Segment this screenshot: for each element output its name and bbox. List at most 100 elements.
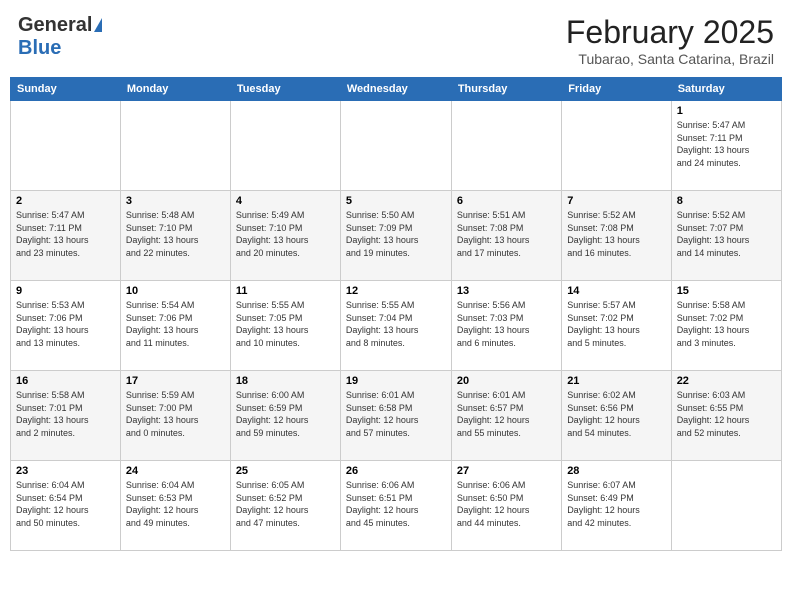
calendar-cell [120, 101, 230, 191]
day-detail: Sunrise: 6:01 AM Sunset: 6:57 PM Dayligh… [457, 389, 556, 439]
day-number: 20 [457, 375, 556, 387]
calendar-cell: 9 Sunrise: 5:53 AM Sunset: 7:06 PM Daylig… [11, 281, 121, 371]
day-number: 23 [16, 465, 115, 477]
day-number: 24 [126, 465, 225, 477]
calendar-cell: 27 Sunrise: 6:06 AM Sunset: 6:50 PM Dayli… [451, 461, 561, 551]
calendar-cell: 6 Sunrise: 5:51 AM Sunset: 7:08 PM Daylig… [451, 191, 561, 281]
logo-blue-text: Blue [18, 37, 61, 60]
calendar-cell: 26 Sunrise: 6:06 AM Sunset: 6:51 PM Dayli… [340, 461, 451, 551]
day-number: 7 [567, 195, 666, 207]
day-detail: Sunrise: 6:00 AM Sunset: 6:59 PM Dayligh… [236, 389, 335, 439]
day-of-week-header: Tuesday [230, 78, 340, 101]
day-number: 19 [346, 375, 446, 387]
day-number: 9 [16, 285, 115, 297]
day-detail: Sunrise: 5:58 AM Sunset: 7:02 PM Dayligh… [677, 299, 776, 349]
calendar-week-row: 9 Sunrise: 5:53 AM Sunset: 7:06 PM Daylig… [11, 281, 782, 371]
calendar-cell: 24 Sunrise: 6:04 AM Sunset: 6:53 PM Dayli… [120, 461, 230, 551]
day-of-week-header: Wednesday [340, 78, 451, 101]
day-number: 6 [457, 195, 556, 207]
calendar-cell: 14Sunrise: 5:57 AM Sunset: 7:02 PM Dayli… [562, 281, 672, 371]
calendar-table: SundayMondayTuesdayWednesdayThursdayFrid… [10, 77, 782, 551]
calendar-cell: 12 Sunrise: 5:55 AM Sunset: 7:04 PM Dayli… [340, 281, 451, 371]
calendar-cell: 10 Sunrise: 5:54 AM Sunset: 7:06 PM Dayli… [120, 281, 230, 371]
calendar-cell: 16 Sunrise: 5:58 AM Sunset: 7:01 PM Dayli… [11, 371, 121, 461]
calendar-cell [451, 101, 561, 191]
day-number: 21 [567, 375, 666, 387]
calendar-cell: 17 Sunrise: 5:59 AM Sunset: 7:00 PM Dayli… [120, 371, 230, 461]
calendar-cell: 22 Sunrise: 6:03 AM Sunset: 6:55 PM Dayli… [671, 371, 781, 461]
page-title: February 2025 [566, 14, 774, 51]
logo-general-text: General [18, 14, 92, 36]
calendar-cell [562, 101, 672, 191]
calendar-cell [11, 101, 121, 191]
calendar-week-row: 16 Sunrise: 5:58 AM Sunset: 7:01 PM Dayli… [11, 371, 782, 461]
day-number: 17 [126, 375, 225, 387]
calendar-cell [671, 461, 781, 551]
day-of-week-header: Sunday [11, 78, 121, 101]
day-number: 22 [677, 375, 776, 387]
day-detail: Sunrise: 5:53 AM Sunset: 7:06 PM Dayligh… [16, 299, 115, 349]
calendar-cell: 18Sunrise: 6:00 AM Sunset: 6:59 PM Dayli… [230, 371, 340, 461]
calendar-cell [230, 101, 340, 191]
day-detail: Sunrise: 6:06 AM Sunset: 6:51 PM Dayligh… [346, 479, 446, 529]
logo-triangle-icon [94, 18, 102, 32]
day-of-week-header: Friday [562, 78, 672, 101]
day-detail: Sunrise: 5:47 AM Sunset: 7:11 PM Dayligh… [677, 119, 776, 169]
day-detail: Sunrise: 5:59 AM Sunset: 7:00 PM Dayligh… [126, 389, 225, 439]
day-detail: Sunrise: 5:56 AM Sunset: 7:03 PM Dayligh… [457, 299, 556, 349]
page-subtitle: Tubarao, Santa Catarina, Brazil [566, 51, 774, 67]
calendar-header: SundayMondayTuesdayWednesdayThursdayFrid… [11, 78, 782, 101]
day-number: 25 [236, 465, 335, 477]
calendar-cell: 28Sunrise: 6:07 AM Sunset: 6:49 PM Dayli… [562, 461, 672, 551]
header-row: SundayMondayTuesdayWednesdayThursdayFrid… [11, 78, 782, 101]
calendar-cell: 4Sunrise: 5:49 AM Sunset: 7:10 PM Daylig… [230, 191, 340, 281]
calendar-cell [340, 101, 451, 191]
calendar-week-row: 2Sunrise: 5:47 AM Sunset: 7:11 PM Daylig… [11, 191, 782, 281]
day-detail: Sunrise: 5:50 AM Sunset: 7:09 PM Dayligh… [346, 209, 446, 259]
day-detail: Sunrise: 5:52 AM Sunset: 7:08 PM Dayligh… [567, 209, 666, 259]
calendar-cell: 11 Sunrise: 5:55 AM Sunset: 7:05 PM Dayli… [230, 281, 340, 371]
day-number: 27 [457, 465, 556, 477]
calendar-body: 1 Sunrise: 5:47 AM Sunset: 7:11 PM Daylig… [11, 101, 782, 551]
day-detail: Sunrise: 6:05 AM Sunset: 6:52 PM Dayligh… [236, 479, 335, 529]
day-of-week-header: Monday [120, 78, 230, 101]
day-number: 3 [126, 195, 225, 207]
calendar-cell: 8 Sunrise: 5:52 AM Sunset: 7:07 PM Daylig… [671, 191, 781, 281]
day-detail: Sunrise: 5:55 AM Sunset: 7:05 PM Dayligh… [236, 299, 335, 349]
calendar-cell: 1 Sunrise: 5:47 AM Sunset: 7:11 PM Daylig… [671, 101, 781, 191]
calendar-cell: 15 Sunrise: 5:58 AM Sunset: 7:02 PM Dayli… [671, 281, 781, 371]
day-number: 26 [346, 465, 446, 477]
day-detail: Sunrise: 5:58 AM Sunset: 7:01 PM Dayligh… [16, 389, 115, 439]
calendar-cell: 5 Sunrise: 5:50 AM Sunset: 7:09 PM Daylig… [340, 191, 451, 281]
day-number: 8 [677, 195, 776, 207]
day-detail: Sunrise: 5:51 AM Sunset: 7:08 PM Dayligh… [457, 209, 556, 259]
title-block: February 2025 Tubarao, Santa Catarina, B… [566, 14, 774, 67]
day-number: 13 [457, 285, 556, 297]
day-number: 15 [677, 285, 776, 297]
day-detail: Sunrise: 5:54 AM Sunset: 7:06 PM Dayligh… [126, 299, 225, 349]
day-of-week-header: Thursday [451, 78, 561, 101]
day-detail: Sunrise: 5:52 AM Sunset: 7:07 PM Dayligh… [677, 209, 776, 259]
day-detail: Sunrise: 6:02 AM Sunset: 6:56 PM Dayligh… [567, 389, 666, 439]
calendar-cell: 25 Sunrise: 6:05 AM Sunset: 6:52 PM Dayli… [230, 461, 340, 551]
day-number: 10 [126, 285, 225, 297]
calendar-cell: 2Sunrise: 5:47 AM Sunset: 7:11 PM Daylig… [11, 191, 121, 281]
day-detail: Sunrise: 6:01 AM Sunset: 6:58 PM Dayligh… [346, 389, 446, 439]
day-detail: Sunrise: 6:07 AM Sunset: 6:49 PM Dayligh… [567, 479, 666, 529]
day-detail: Sunrise: 6:06 AM Sunset: 6:50 PM Dayligh… [457, 479, 556, 529]
day-number: 1 [677, 105, 776, 117]
day-number: 12 [346, 285, 446, 297]
day-detail: Sunrise: 6:04 AM Sunset: 6:53 PM Dayligh… [126, 479, 225, 529]
logo: General Blue [18, 14, 102, 60]
day-detail: Sunrise: 5:55 AM Sunset: 7:04 PM Dayligh… [346, 299, 446, 349]
calendar-week-row: 23 Sunrise: 6:04 AM Sunset: 6:54 PM Dayli… [11, 461, 782, 551]
day-number: 16 [16, 375, 115, 387]
calendar-cell: 21 Sunrise: 6:02 AM Sunset: 6:56 PM Dayli… [562, 371, 672, 461]
day-of-week-header: Saturday [671, 78, 781, 101]
day-number: 5 [346, 195, 446, 207]
day-detail: Sunrise: 6:04 AM Sunset: 6:54 PM Dayligh… [16, 479, 115, 529]
day-number: 11 [236, 285, 335, 297]
calendar-cell: 3Sunrise: 5:48 AM Sunset: 7:10 PM Daylig… [120, 191, 230, 281]
calendar-cell: 7 Sunrise: 5:52 AM Sunset: 7:08 PM Daylig… [562, 191, 672, 281]
day-detail: Sunrise: 6:03 AM Sunset: 6:55 PM Dayligh… [677, 389, 776, 439]
